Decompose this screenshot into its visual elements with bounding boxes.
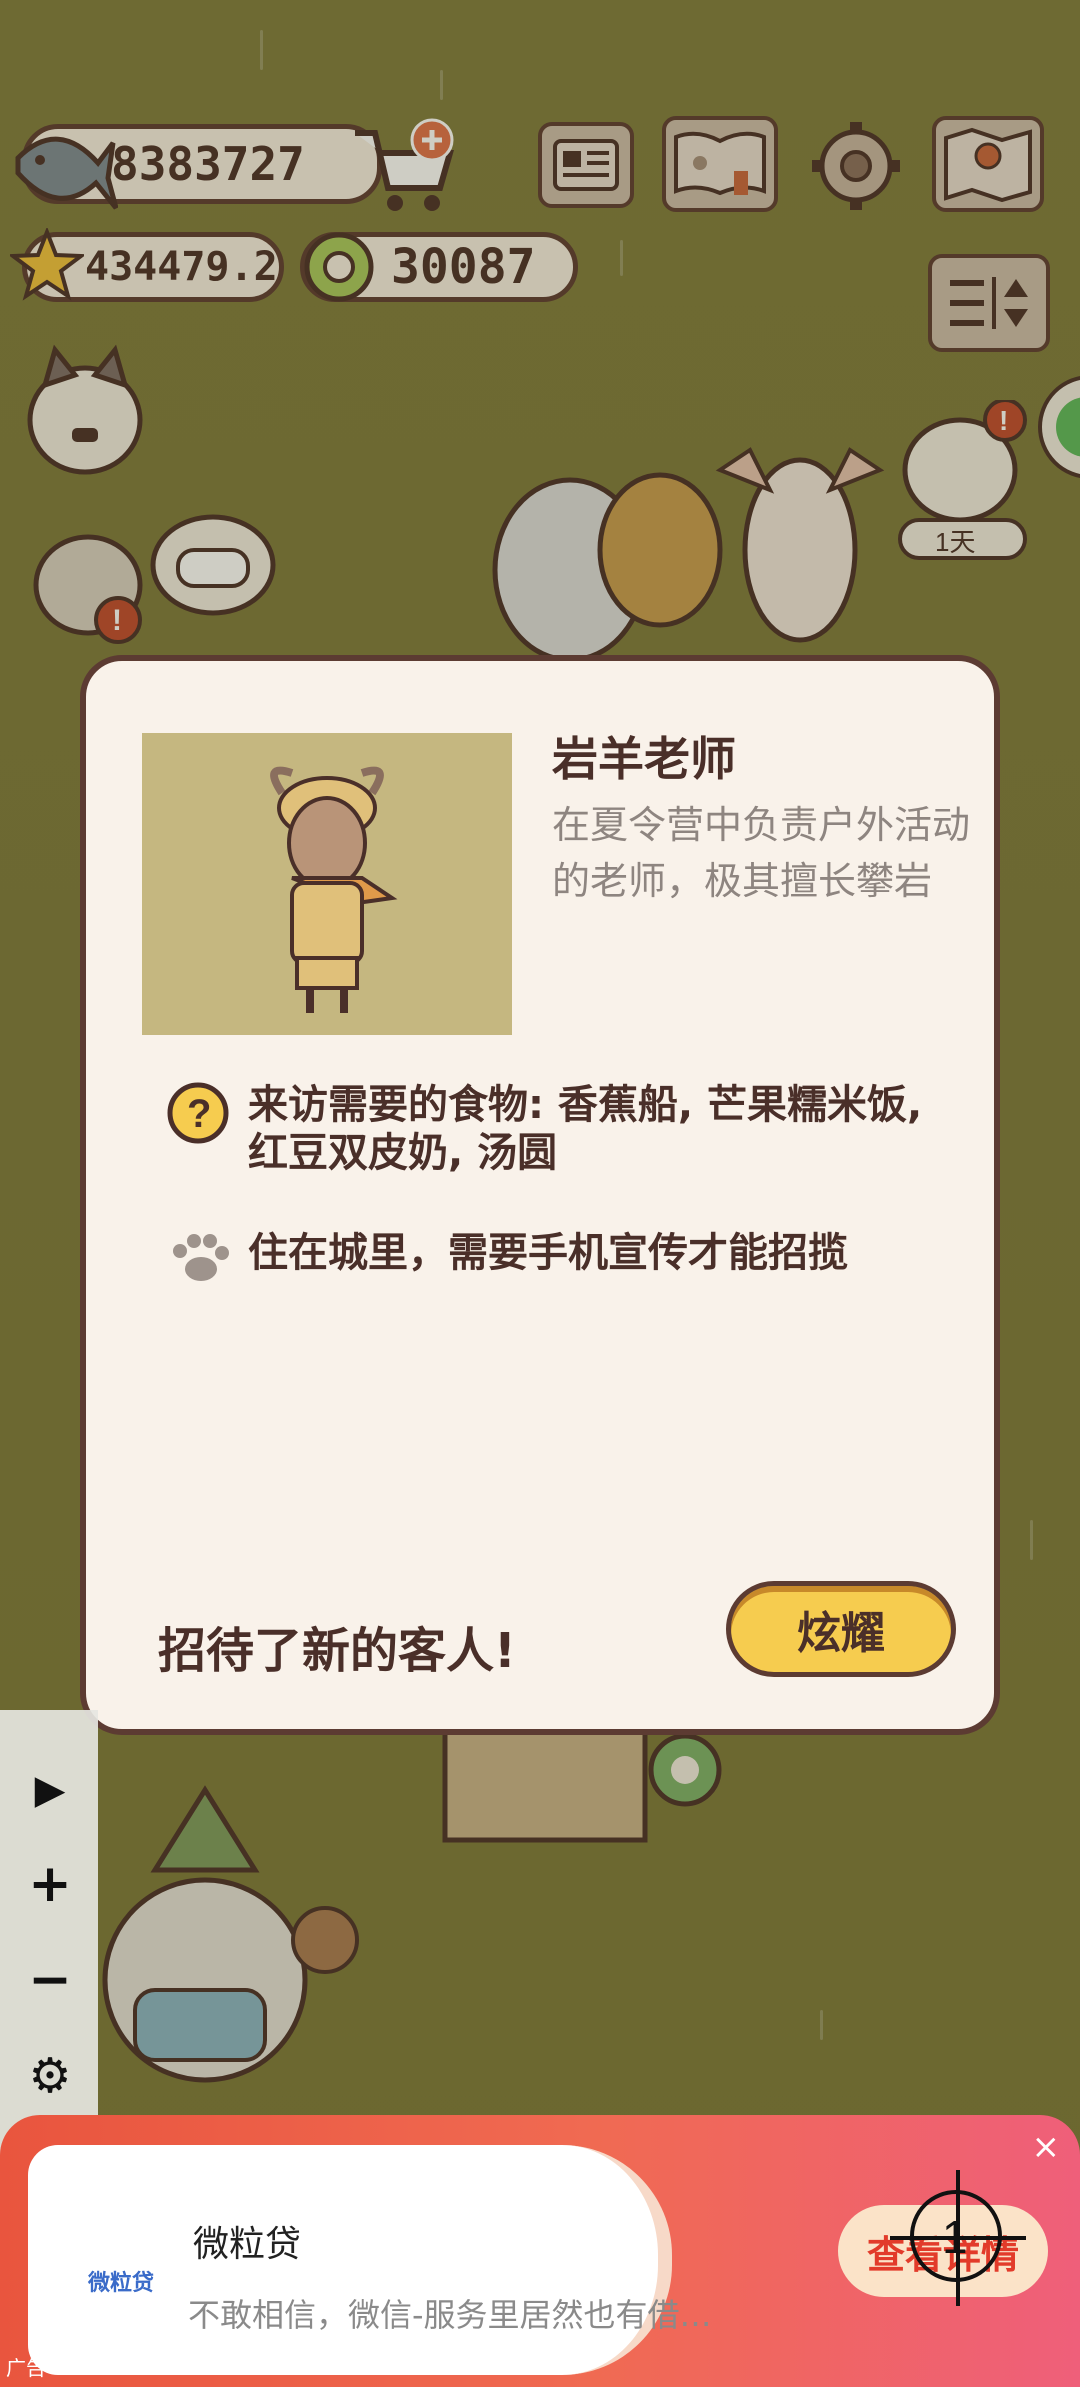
minus-icon[interactable]: − [20, 1950, 80, 2010]
residence-hint-row: 住在城里，需要手机宣传才能招揽 [166, 1229, 966, 1285]
new-guest-dialog: 岩羊老师 在夏令营中负责户外活动的老师，极其擅长攀岩 ? 来访需要的食物: 香蕉… [80, 655, 1000, 1735]
residence-hint-text: 住在城里，需要手机宣传才能招揽 [248, 1230, 848, 1276]
boast-button[interactable]: 炫耀 [726, 1581, 956, 1677]
ad-label: 广告 [6, 2356, 46, 2380]
plus-icon[interactable]: + [20, 1854, 80, 1914]
ad-title: 微粒贷 [193, 2224, 302, 2265]
goat-teacher-icon [270, 766, 398, 1013]
question-icon: ? [167, 1082, 229, 1144]
food-requirement-text: 来访需要的食物: 香蕉船, 芒果糯米饭, 红豆双皮奶, 汤圆 [248, 1082, 923, 1176]
settings-icon[interactable]: ⚙ [20, 2046, 80, 2106]
guest-description: 在夏令营中负责户外活动的老师，极其擅长攀岩 [552, 803, 971, 903]
guest-name: 岩羊老师 [552, 732, 736, 786]
paw-icon [173, 1234, 229, 1281]
ad-card[interactable]: 微粒贷 微粒贷 不敢相信，微信-服务里居然也有借… [28, 2145, 712, 2375]
crosshair-target-icon[interactable]: 1 [890, 2170, 1026, 2306]
target-number: 1 [942, 2211, 968, 2263]
new-guest-message: 招待了新的客人! [158, 1623, 516, 1679]
food-requirement-row: ? 来访需要的食物: 香蕉船, 芒果糯米饭, 红豆双皮奶, 汤圆 [166, 1081, 966, 1177]
ad-close-icon[interactable]: × [1032, 2127, 1061, 2167]
ad-subtitle: 不敢相信，微信-服务里居然也有借… [188, 2296, 712, 2334]
ad-brand-logo: 微粒贷 [88, 2271, 155, 2296]
svg-text:?: ? [187, 1092, 211, 1136]
guest-portrait [142, 733, 512, 1035]
play-icon[interactable]: ▶ [20, 1760, 80, 1820]
